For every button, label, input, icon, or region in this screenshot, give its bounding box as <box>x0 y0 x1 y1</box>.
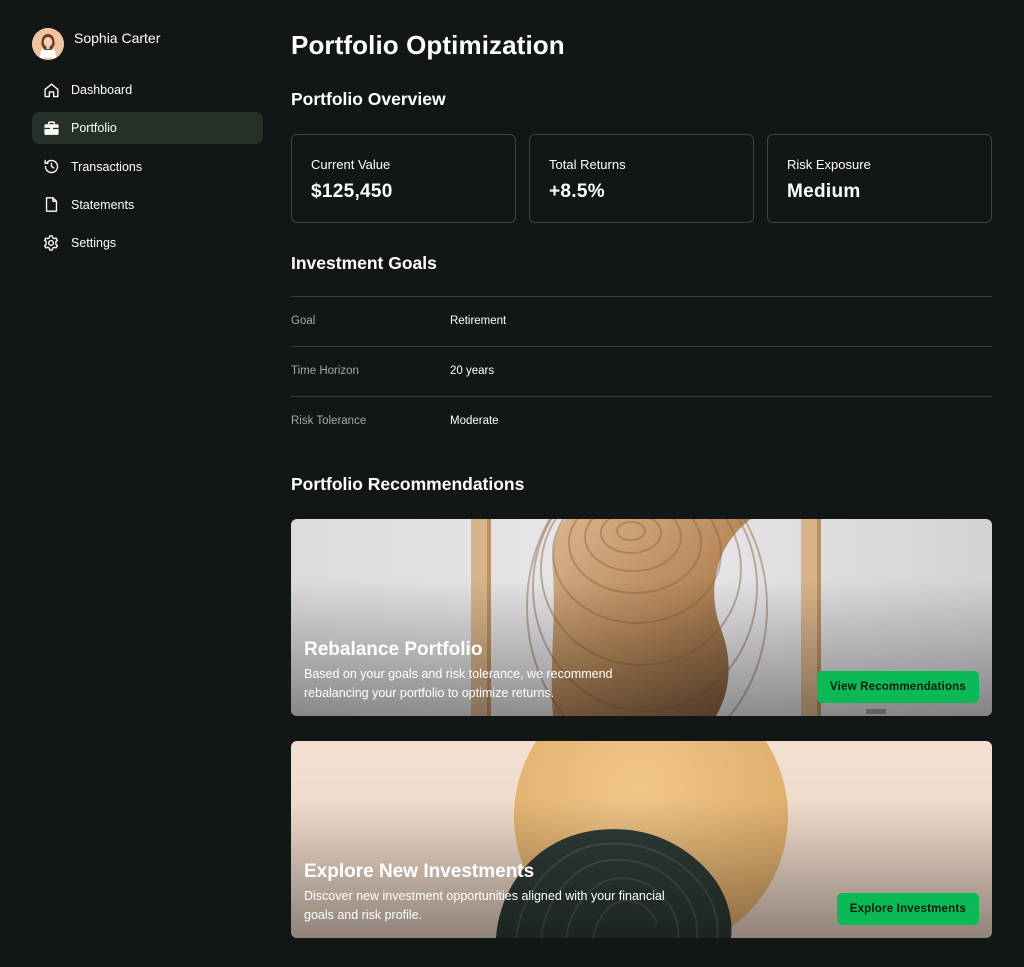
card-label: Current Value <box>311 157 391 172</box>
sidebar-item-label: Statements <box>71 197 135 212</box>
goals-table: Goal Retirement Time Horizon 20 years Ri… <box>291 296 992 446</box>
overview-title: Portfolio Overview <box>291 89 446 109</box>
document-icon <box>42 196 60 214</box>
goal-key: Goal <box>291 315 316 327</box>
gear-icon <box>42 234 60 252</box>
sidebar-item-label: Settings <box>71 236 117 251</box>
table-row: Risk Tolerance Moderate <box>291 396 992 446</box>
view-recommendations-button[interactable]: View Recommendations <box>816 671 979 703</box>
explore-card: Explore New Investments Discover new inv… <box>291 741 992 938</box>
history-icon <box>42 158 60 176</box>
sidebar-item-label: Transactions <box>71 159 143 174</box>
card-value: $125,450 <box>311 181 393 202</box>
goal-key: Time Horizon <box>291 365 359 377</box>
rec-title: Explore New Investments <box>304 861 535 882</box>
goals-title: Investment Goals <box>291 253 437 273</box>
card-value: +8.5% <box>549 181 605 202</box>
briefcase-icon <box>42 119 60 137</box>
rec-description: Discover new investment opportunities al… <box>304 889 665 922</box>
app: Sophia Carter Dashboard Portfolio Transa… <box>0 0 1024 967</box>
total-returns-card: Total Returns +8.5% <box>529 134 754 223</box>
table-row: Goal Retirement <box>291 296 992 346</box>
rebalance-card: Rebalance Portfolio Based on your goals … <box>291 519 992 716</box>
sidebar-item-statements[interactable]: Statements <box>32 189 263 221</box>
recommendations-title: Portfolio Recommendations <box>291 474 525 494</box>
card-value: Medium <box>787 181 861 202</box>
sidebar-item-settings[interactable]: Settings <box>32 227 263 259</box>
sidebar: Sophia Carter Dashboard Portfolio Transa… <box>0 0 290 967</box>
goal-key: Risk Tolerance <box>291 415 367 427</box>
explore-investments-button[interactable]: Explore Investments <box>836 893 979 925</box>
sidebar-item-label: Dashboard <box>71 83 133 97</box>
current-value-card: Current Value $125,450 <box>291 134 516 223</box>
sidebar-item-label: Portfolio <box>71 121 117 136</box>
goal-value: 20 years <box>450 365 495 377</box>
rec-description: Based on your goals and risk tolerance, … <box>304 667 613 700</box>
page-title: Portfolio Optimization <box>291 30 565 60</box>
goal-value: Moderate <box>450 415 499 427</box>
goal-value: Retirement <box>450 315 507 327</box>
sidebar-item-dashboard[interactable]: Dashboard <box>32 74 263 106</box>
sidebar-nav: Dashboard Portfolio Transactions Stateme… <box>32 74 263 265</box>
rec-title: Rebalance Portfolio <box>304 639 483 660</box>
user-name: Sophia Carter <box>74 30 161 46</box>
overview-cards: Current Value $125,450 Total Returns +8.… <box>291 134 992 223</box>
avatar <box>32 28 64 60</box>
sidebar-item-transactions[interactable]: Transactions <box>32 151 263 183</box>
card-label: Risk Exposure <box>787 157 871 172</box>
card-label: Total Returns <box>549 157 626 172</box>
table-row: Time Horizon 20 years <box>291 346 992 396</box>
sidebar-item-portfolio[interactable]: Portfolio <box>32 112 263 145</box>
user-profile[interactable]: Sophia Carter <box>32 28 160 60</box>
risk-exposure-card: Risk Exposure Medium <box>767 134 992 223</box>
home-icon <box>42 81 60 99</box>
